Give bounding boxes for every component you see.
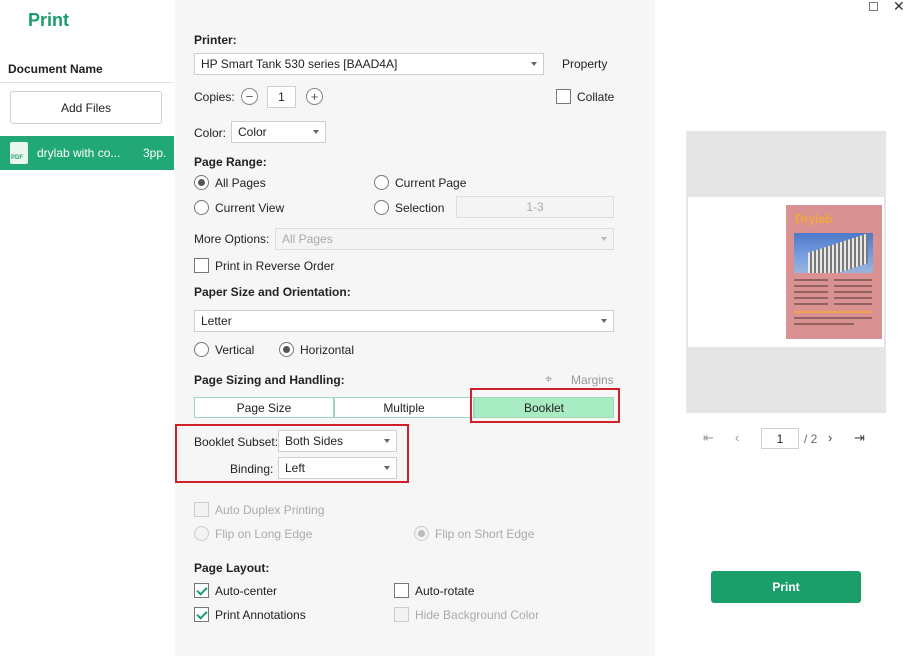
auto-rotate-label: Auto-rotate — [415, 584, 475, 598]
chevron-down-icon — [601, 319, 607, 323]
paper-size-select[interactable]: Letter — [194, 310, 614, 332]
more-options-select[interactable]: All Pages — [275, 228, 614, 250]
preview-document-thumbnail: Drylab — [786, 205, 882, 339]
auto-rotate-checkbox[interactable] — [394, 583, 409, 598]
tab-multiple[interactable]: Multiple — [334, 397, 474, 418]
horizontal-radio[interactable] — [279, 342, 294, 357]
vertical-radio[interactable] — [194, 342, 209, 357]
preview-building-image — [794, 233, 873, 273]
maximize-icon[interactable]: ☐ — [868, 0, 879, 14]
short-edge-radio[interactable] — [414, 526, 429, 541]
reverse-order-label: Print in Reverse Order — [215, 259, 335, 273]
collate-label: Collate — [577, 90, 615, 104]
current-page-label: Current Page — [395, 176, 467, 190]
horizontal-label: Horizontal — [300, 343, 355, 357]
vertical-label: Vertical — [215, 343, 255, 357]
property-link[interactable]: Property — [562, 57, 607, 71]
all-pages-label: All Pages — [215, 176, 266, 190]
chevron-down-icon — [601, 237, 607, 241]
printer-select[interactable]: HP Smart Tank 530 series [BAAD4A] — [194, 53, 544, 75]
dialog-title: Print — [28, 10, 70, 30]
current-page-radio[interactable] — [374, 175, 389, 190]
document-page-count: 3pp. — [143, 146, 167, 160]
increment-copies-button[interactable]: + — [306, 88, 323, 105]
next-page-icon[interactable]: › — [828, 430, 832, 445]
paper-size-label: Paper Size and Orientation: — [194, 285, 351, 299]
preview-doc-title: Drylab — [795, 212, 833, 226]
booklet-options-highlight-box — [175, 424, 409, 483]
auto-center-label: Auto-center — [215, 584, 278, 598]
current-view-label: Current View — [215, 201, 285, 215]
long-edge-radio[interactable] — [194, 526, 209, 541]
pdf-icon: PDF — [10, 142, 28, 164]
current-view-radio[interactable] — [194, 200, 209, 215]
first-page-icon[interactable]: ⇤ — [703, 430, 714, 446]
chevron-down-icon — [531, 62, 537, 66]
reverse-order-checkbox[interactable] — [194, 258, 209, 273]
print-annotations-checkbox[interactable] — [194, 607, 209, 622]
close-icon[interactable]: ✕ — [893, 0, 905, 15]
decrement-copies-button[interactable]: − — [241, 88, 258, 105]
copies-input[interactable]: 1 — [267, 86, 296, 108]
add-files-button[interactable]: Add Files — [10, 91, 162, 124]
previous-page-icon[interactable]: ‹ — [735, 430, 739, 445]
page-number-input[interactable]: 1 — [761, 428, 799, 449]
color-label: Color: — [194, 126, 227, 140]
auto-duplex-label: Auto Duplex Printing — [215, 503, 325, 517]
document-name-header: Document Name — [8, 62, 103, 76]
print-annotations-label: Print Annotations — [215, 608, 306, 622]
last-page-icon[interactable]: ⇥ — [854, 430, 865, 446]
short-edge-label: Flip on Short Edge — [435, 527, 535, 541]
printer-label: Printer: — [194, 33, 237, 47]
margins-button[interactable]: Margins — [571, 373, 614, 387]
divider — [0, 82, 174, 83]
document-list-item[interactable]: PDF drylab with co... 3pp. — [0, 136, 174, 170]
page-sizing-label: Page Sizing and Handling: — [194, 373, 345, 387]
collate-checkbox[interactable] — [556, 89, 571, 104]
long-edge-label: Flip on Long Edge — [215, 527, 313, 541]
total-pages: / 2 — [804, 432, 818, 446]
selection-label: Selection — [395, 201, 445, 215]
print-button[interactable]: Print — [711, 571, 861, 603]
color-select[interactable]: Color — [231, 121, 326, 143]
all-pages-radio[interactable] — [194, 175, 209, 190]
chevron-down-icon — [313, 130, 319, 134]
margins-icon[interactable]: ⌖ — [545, 371, 552, 387]
selection-range-input[interactable]: 1-3 — [456, 196, 614, 218]
document-title: drylab with co... — [37, 146, 121, 160]
auto-center-checkbox[interactable] — [194, 583, 209, 598]
tab-page-size[interactable]: Page Size — [194, 397, 334, 418]
page-range-label: Page Range: — [194, 155, 267, 169]
auto-duplex-checkbox[interactable] — [194, 502, 209, 517]
selection-radio[interactable] — [374, 200, 389, 215]
page-layout-label: Page Layout: — [194, 561, 270, 575]
more-options-label: More Options: — [194, 232, 270, 246]
hide-background-label: Hide Background Color — [415, 608, 540, 622]
hide-background-checkbox[interactable] — [394, 607, 409, 622]
booklet-highlight-box — [470, 388, 620, 423]
copies-label: Copies: — [194, 90, 235, 104]
